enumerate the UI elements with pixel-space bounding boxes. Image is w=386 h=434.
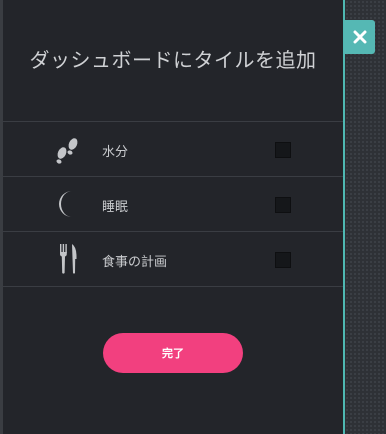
tile-checkbox-sleep[interactable] <box>275 197 291 213</box>
fork-knife-icon <box>52 243 84 275</box>
backdrop <box>345 0 386 434</box>
tile-row-sleep: 睡眠 <box>3 176 343 231</box>
tile-label-meal-plan: 食事の計画 <box>102 255 168 270</box>
panel-accent-border <box>343 0 345 434</box>
tile-label-hydration: 水分 <box>102 145 129 160</box>
add-tile-panel: ダッシュボードにタイルを追加 水分 睡眠 食事の計画 完了 <box>3 0 343 434</box>
tile-row-hydration: 水分 <box>3 121 343 176</box>
tile-label-sleep: 睡眠 <box>102 200 129 215</box>
tile-checkbox-meal-plan[interactable] <box>275 252 291 268</box>
tile-list: 水分 睡眠 食事の計画 <box>3 121 343 287</box>
tile-checkbox-hydration[interactable] <box>275 142 291 158</box>
moon-icon <box>52 188 84 220</box>
panel-title: ダッシュボードにタイルを追加 <box>29 48 317 72</box>
close-icon <box>353 30 367 44</box>
done-button[interactable]: 完了 <box>103 333 243 373</box>
footprints-icon <box>52 133 84 165</box>
tile-row-meal-plan: 食事の計画 <box>3 231 343 287</box>
close-button[interactable] <box>344 20 375 54</box>
